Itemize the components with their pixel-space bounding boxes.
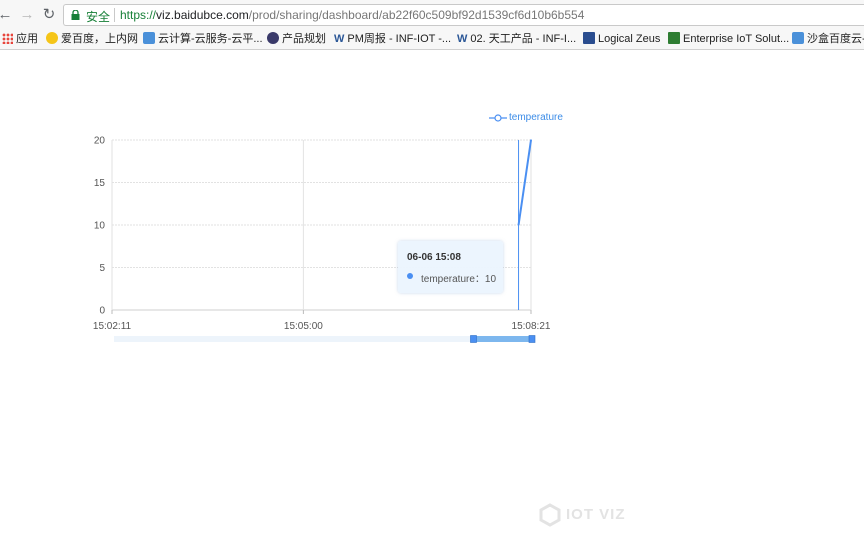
y-tick-label: 0 bbox=[99, 306, 105, 317]
y-tick-label: 5 bbox=[99, 263, 105, 274]
tooltip-title: 06-06 15:08 bbox=[407, 252, 461, 263]
x-tick-label: 15:05:00 bbox=[284, 321, 323, 332]
tooltip-row: temperature：10 bbox=[421, 270, 496, 285]
watermark-text: IOT VIZ bbox=[566, 506, 626, 523]
zoom-track bbox=[114, 336, 532, 342]
zoom-handle bbox=[470, 335, 477, 343]
data-point bbox=[530, 139, 532, 141]
y-tick-label: 20 bbox=[94, 136, 106, 147]
data-point bbox=[517, 224, 520, 226]
legend-line-marker-icon bbox=[489, 114, 507, 122]
chart-tooltip: 06-06 15:08 temperature：10 bbox=[398, 241, 503, 293]
tooltip-value: 10 bbox=[484, 274, 497, 285]
cube-logo-icon bbox=[539, 503, 561, 527]
tooltip-separator: ： bbox=[474, 274, 485, 285]
tooltip-series-dot bbox=[407, 273, 413, 279]
legend-label-temperature: temperature bbox=[509, 112, 563, 123]
tooltip-series-name: temperature bbox=[421, 274, 475, 285]
x-tick-label: 15:02:11 bbox=[93, 321, 132, 332]
y-tick-label: 10 bbox=[94, 221, 106, 232]
zoom-handle bbox=[528, 335, 536, 343]
zoom-selected-range bbox=[473, 336, 532, 342]
x-tick-label: 15:08:21 bbox=[512, 321, 551, 332]
y-tick-label: 15 bbox=[94, 178, 106, 189]
